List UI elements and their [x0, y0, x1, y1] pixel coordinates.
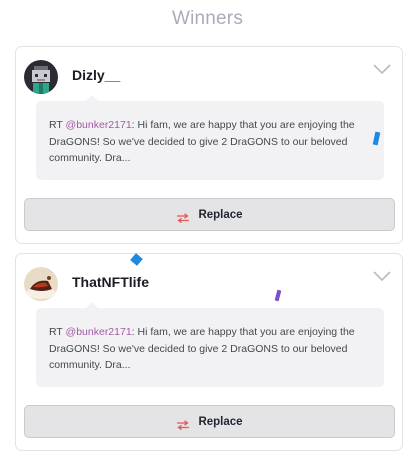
- confetti-piece: [372, 131, 381, 146]
- chevron-down-icon[interactable]: [372, 62, 392, 76]
- tweet-preview: RT @bunker2171: Hi fam, we are happy tha…: [36, 302, 384, 387]
- pixel-character-avatar-icon: [24, 60, 58, 94]
- replace-button[interactable]: Replace: [24, 405, 395, 438]
- cake-slice-avatar-icon: [24, 267, 58, 301]
- tweet-mention[interactable]: @bunker2171: [66, 119, 132, 131]
- swap-arrows-icon: [176, 417, 190, 430]
- confetti-piece: [130, 253, 143, 266]
- replace-button-label: Replace: [198, 208, 243, 221]
- winner-card: ThatNFTlife RT @bunker2171: Hi fam, we a…: [15, 253, 403, 451]
- replace-button-label: Replace: [198, 415, 243, 428]
- winner-username[interactable]: Dizly__: [72, 67, 120, 83]
- replace-button[interactable]: Replace: [24, 198, 395, 231]
- page-title: Winners: [171, 8, 244, 29]
- tweet-prefix: RT: [49, 326, 66, 338]
- winner-card: Dizly__ RT @bunker2171: Hi fam, we are h…: [15, 46, 403, 244]
- avatar[interactable]: [24, 60, 58, 94]
- winner-username[interactable]: ThatNFTlife: [72, 274, 149, 290]
- swap-arrows-icon: [176, 210, 190, 223]
- chevron-down-icon[interactable]: [372, 269, 392, 283]
- tweet-preview: RT @bunker2171: Hi fam, we are happy tha…: [36, 95, 384, 180]
- avatar[interactable]: [24, 267, 58, 301]
- tweet-mention[interactable]: @bunker2171: [66, 326, 132, 338]
- tweet-prefix: RT: [49, 119, 66, 131]
- confetti-piece: [274, 289, 282, 302]
